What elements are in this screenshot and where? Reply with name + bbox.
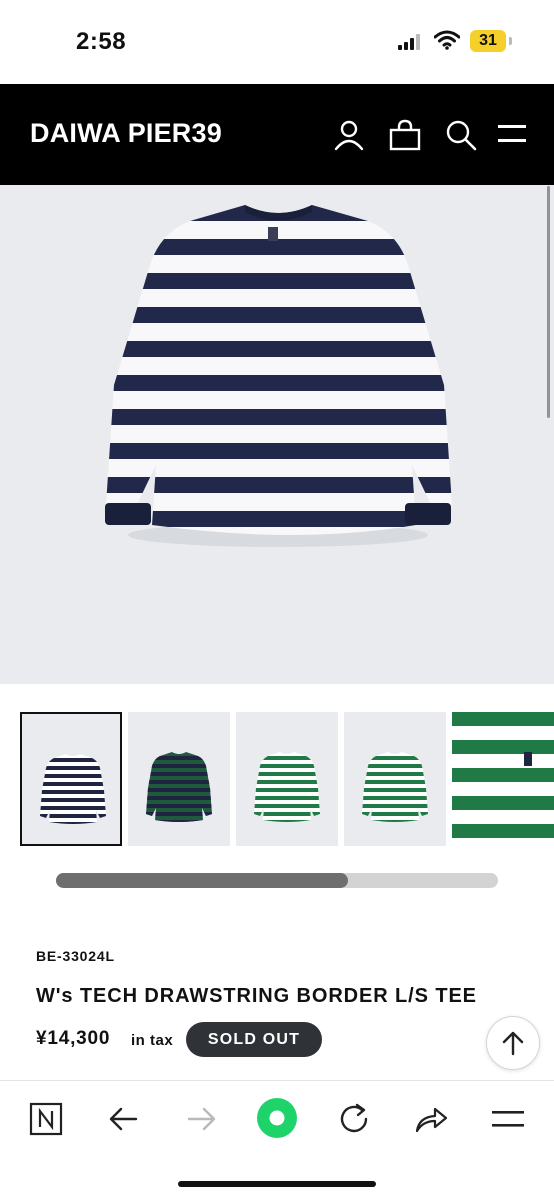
n-icon[interactable] xyxy=(28,1101,64,1137)
signal-icon xyxy=(398,34,420,50)
battery-icon: 31 xyxy=(470,30,506,52)
page-scrollbar[interactable] xyxy=(547,186,550,418)
menu-icon[interactable] xyxy=(496,118,530,152)
forward-icon[interactable] xyxy=(183,1101,219,1137)
battery-level: 31 xyxy=(479,32,497,49)
product-title: W's TECH DRAWSTRING BORDER L/S TEE xyxy=(36,985,477,1007)
status-bar: 2:58 31 xyxy=(0,0,554,84)
product-hero-image[interactable] xyxy=(0,185,554,684)
brand-logo[interactable]: DAIWA PIER39 xyxy=(30,118,222,149)
search-icon[interactable] xyxy=(444,118,478,152)
scroll-to-top-button[interactable] xyxy=(486,1016,540,1070)
thumbnail-navy-white-stripe[interactable] xyxy=(20,712,122,846)
gallery-scroll-thumb[interactable] xyxy=(56,873,348,888)
wifi-icon xyxy=(434,30,460,50)
menu-icon[interactable] xyxy=(490,1101,526,1137)
reload-icon[interactable] xyxy=(336,1101,372,1137)
battery-tip xyxy=(509,37,512,45)
thumbnail-green-white-stripe[interactable] xyxy=(236,712,338,846)
bag-icon[interactable] xyxy=(388,118,422,152)
home-indicator xyxy=(178,1181,376,1187)
user-icon[interactable] xyxy=(332,118,366,152)
striped-tee-illustration xyxy=(105,205,452,547)
back-icon[interactable] xyxy=(106,1101,142,1137)
thumbnail-green-navy-stripe[interactable] xyxy=(128,712,230,846)
tax-note: in tax xyxy=(131,1032,174,1049)
thumbnail-green-white-stripe-back[interactable] xyxy=(344,712,446,846)
site-header: DAIWA PIER39 xyxy=(0,84,554,185)
arrow-up-icon xyxy=(502,1031,524,1056)
share-icon[interactable] xyxy=(413,1101,449,1137)
sold-out-badge: SOLD OUT xyxy=(186,1022,322,1057)
product-price: ¥14,300 xyxy=(36,1028,111,1049)
status-time: 2:58 xyxy=(76,28,127,55)
thumbnail-green-white-detail[interactable] xyxy=(452,712,554,846)
record-icon[interactable] xyxy=(256,1097,298,1139)
thumbnail-gallery[interactable] xyxy=(20,712,554,846)
product-sku: BE-33024L xyxy=(36,948,115,964)
gallery-scroll-track[interactable] xyxy=(56,873,498,888)
